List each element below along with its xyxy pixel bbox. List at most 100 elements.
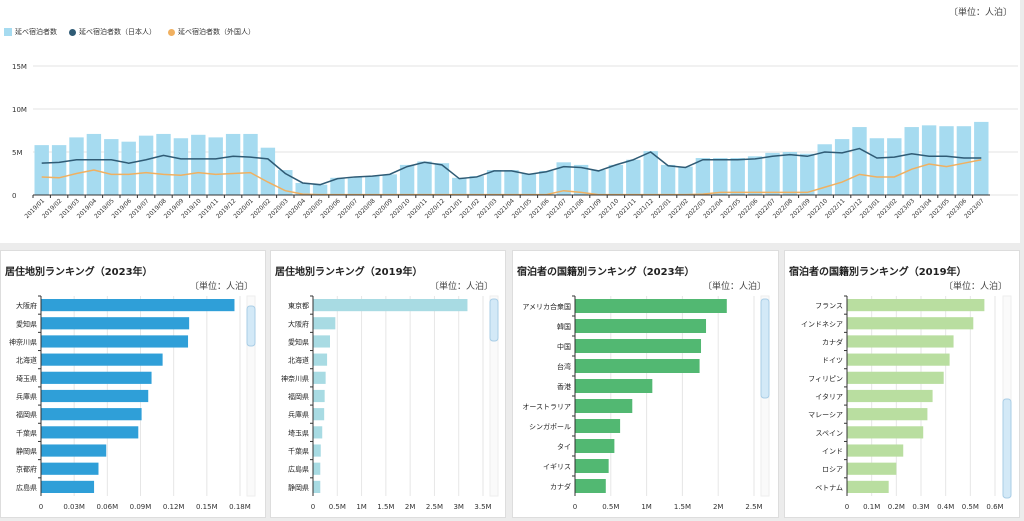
x-tick-label: 1.5M — [377, 503, 394, 511]
category-label: 兵庫県 — [288, 410, 309, 419]
bar-total — [243, 133, 258, 195]
category-label: 大阪府 — [288, 319, 309, 328]
x-tick-label: 0 — [39, 503, 43, 511]
category-label: 福岡県 — [16, 410, 37, 419]
ranking-bar — [313, 408, 325, 421]
ranking-bar — [575, 299, 727, 313]
bar-total — [521, 173, 537, 195]
bar-total — [939, 126, 954, 195]
bar-total — [765, 152, 780, 195]
x-tick-label: 0.09M — [130, 503, 152, 511]
x-tick-label: 0 — [845, 503, 849, 511]
ranking-bar — [575, 459, 609, 473]
x-tick-label: 0.3M — [912, 503, 929, 511]
bar-total — [591, 170, 606, 195]
ranking-chart: 0 0.5M 1M 1.5M 2M 2.5M 3M 3.5M 東京都大阪府愛知県北海道神奈川県福… — [281, 295, 499, 511]
ranking-bar — [41, 371, 152, 384]
ranking-bar — [41, 317, 190, 330]
scrollbar-thumb[interactable] — [1002, 398, 1012, 499]
x-tick-label: 0.5M — [962, 503, 979, 511]
ranking-bar — [313, 317, 336, 330]
x-tick-label: 0 — [573, 503, 577, 511]
bar-total — [626, 159, 641, 195]
x-tick-label: 2.5M — [745, 503, 762, 511]
category-label: 兵庫県 — [16, 392, 37, 401]
ranking-bar — [313, 389, 325, 403]
ranking-bar — [41, 444, 107, 457]
ranking-bar — [313, 299, 468, 312]
ranking-bar — [41, 462, 99, 475]
x-tick-label: 0.6M — [986, 503, 1003, 511]
ranking-bar — [313, 371, 326, 384]
category-label: 台湾 — [557, 362, 571, 371]
bar-total — [382, 174, 397, 195]
bar-total — [173, 138, 189, 195]
x-tick-label: 0.12M — [163, 503, 185, 511]
bar-total — [121, 141, 136, 195]
bar-total — [539, 170, 554, 195]
category-label: イギリス — [543, 463, 571, 471]
bar-total — [260, 147, 276, 195]
ranking-bar — [847, 317, 974, 330]
bar-total — [504, 170, 519, 195]
ranking-bar — [41, 335, 189, 348]
category-label: 北海道 — [288, 356, 309, 365]
bar-total — [191, 134, 206, 195]
ranking-chart: 0 0.1M 0.2M 0.3M 0.4M 0.5M 0.6M フランスインドネシアカナダドイ… — [801, 295, 1012, 511]
ranking-bar — [847, 299, 985, 312]
category-label: 静岡県 — [16, 447, 37, 456]
x-tick-label: 0.2M — [888, 503, 905, 511]
ranking-bar — [313, 353, 328, 366]
bar-total — [800, 153, 815, 195]
bar-total — [208, 137, 223, 195]
bar-total — [486, 170, 502, 195]
ranking-bar — [41, 389, 149, 403]
x-tick-label: 0.15M — [196, 503, 218, 511]
ranking-bar — [575, 419, 621, 433]
y-tick-label: 0 — [12, 192, 16, 200]
x-tick-label: 0.5M — [602, 503, 619, 511]
bar-total — [452, 177, 467, 195]
category-label: カナダ — [550, 482, 571, 491]
ranking-bar — [847, 408, 928, 421]
x-tick-label: 3M — [453, 503, 464, 511]
bar-total — [887, 138, 902, 195]
bar-total — [695, 158, 711, 195]
category-label: 中国 — [557, 342, 571, 351]
bar-total — [643, 151, 658, 195]
category-label: アメリカ合衆国 — [522, 302, 571, 311]
ranking-chart: 0 0.03M 0.06M 0.09M 0.12M 0.15M 0.18M 大阪府愛知県神奈川… — [9, 295, 256, 511]
ranking-bar — [575, 379, 653, 393]
x-tick-label: 1M — [356, 503, 367, 511]
y-tick-label: 10M — [12, 106, 27, 114]
ranking-bar — [847, 444, 904, 457]
scrollbar-thumb[interactable] — [246, 305, 256, 347]
ranking-bar — [41, 353, 163, 366]
bar-total — [469, 176, 484, 195]
bar-total — [713, 158, 728, 195]
category-label: 愛知県 — [288, 337, 309, 346]
category-label: タイ — [557, 442, 571, 451]
ranking-bar — [313, 462, 321, 475]
ranking-bar — [313, 426, 323, 439]
bar-total — [573, 164, 589, 195]
scrollbar-thumb[interactable] — [489, 298, 499, 342]
bar-total — [86, 133, 102, 195]
category-label: 神奈川県 — [9, 337, 37, 346]
bar-total — [104, 139, 119, 195]
category-label: 京都府 — [16, 465, 37, 474]
panel-nationality-2019: 宿泊者の国籍別ランキング（2019年） 〔単位：人泊〕 0 0.1M 0.2M 0.3… — [784, 250, 1020, 518]
panel-residence-2019: 居住地別ランキング（2019年） 〔単位：人泊〕 0 0.5M 1M 1.5M 2M 2.… — [270, 250, 506, 518]
ranking-bar — [847, 335, 954, 348]
category-label: 愛知県 — [16, 319, 37, 328]
scrollbar-thumb[interactable] — [760, 298, 770, 399]
bar-total — [608, 164, 624, 195]
category-label: 千葉県 — [288, 447, 309, 456]
category-label: カナダ — [822, 337, 843, 346]
category-label: 埼玉県 — [288, 428, 309, 437]
category-label: 千葉県 — [16, 428, 37, 437]
x-tick-label: 0 — [311, 503, 315, 511]
x-tick-label: 0.18M — [229, 503, 251, 511]
ranking-bar — [847, 462, 897, 475]
bar-total — [782, 152, 798, 195]
